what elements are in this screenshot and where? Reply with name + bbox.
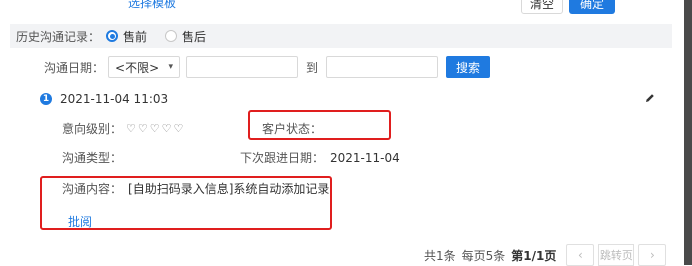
highlight-box-content [40, 176, 332, 230]
next-date-value: 2021-11-04 [330, 150, 400, 165]
pagination: 共1条 每页5条 第1/1页 ‹ 跳转页 › [424, 244, 667, 266]
date-range-select[interactable]: <不限> ▾ [108, 56, 181, 78]
chevron-left-icon[interactable]: ‹ [566, 244, 595, 266]
intent-label: 意向级别： [62, 122, 123, 136]
history-label: 历史沟通记录： [16, 29, 101, 44]
history-filter-bar: 历史沟通记录： 售前 售后 [10, 24, 672, 48]
type-label: 沟通类型： [62, 151, 123, 165]
confirm-button[interactable]: 确定 [569, 0, 615, 14]
total-count: 共1条 [424, 248, 456, 263]
record-header: 1 2021-11-04 11:03 [40, 92, 168, 106]
date-filter: 沟通日期： <不限> ▾ 到 搜索 [44, 56, 491, 78]
radio-presale-label: 售前 [123, 29, 148, 44]
record-time: 2021-11-04 11:03 [60, 92, 169, 106]
radio-circle-icon [106, 30, 119, 42]
date-label: 沟通日期： [44, 60, 105, 75]
next-date-label: 下次跟进日期： [240, 151, 325, 165]
radio-aftersale-label: 售后 [182, 29, 207, 44]
window-edge [684, 0, 692, 265]
chevron-down-icon: ▾ [168, 62, 174, 72]
intent-field: 意向级别： ♡♡♡♡♡ [62, 120, 185, 137]
pencil-icon[interactable] [644, 92, 656, 104]
to-label: 到 [306, 60, 319, 75]
radio-aftersale[interactable]: 售后 [165, 28, 206, 45]
radio-presale[interactable]: 售前 [106, 28, 147, 45]
radio-circle-icon [165, 30, 178, 42]
page-jump-input[interactable]: 跳转页 [598, 244, 635, 266]
page-size: 每页5条 [461, 248, 506, 263]
search-button[interactable]: 搜索 [446, 56, 491, 78]
heart-rating-icon[interactable]: ♡♡♡♡♡ [126, 122, 185, 135]
type-field: 沟通类型： [62, 149, 122, 166]
record-index-badge: 1 [40, 93, 52, 105]
select-template-link[interactable]: 选择模板 [128, 0, 176, 11]
end-date-input[interactable] [326, 56, 439, 78]
highlight-box-status [248, 110, 391, 140]
top-toolbar: 选择模板 清空 确定 [0, 0, 684, 18]
start-date-input[interactable] [186, 56, 299, 78]
chevron-right-icon[interactable]: › [638, 244, 667, 266]
select-value: <不限> [115, 60, 160, 75]
next-date-field: 下次跟进日期： 2021-11-04 [240, 149, 400, 166]
clear-button[interactable]: 清空 [521, 0, 563, 14]
page-indicator: 第1/1页 [511, 248, 557, 263]
